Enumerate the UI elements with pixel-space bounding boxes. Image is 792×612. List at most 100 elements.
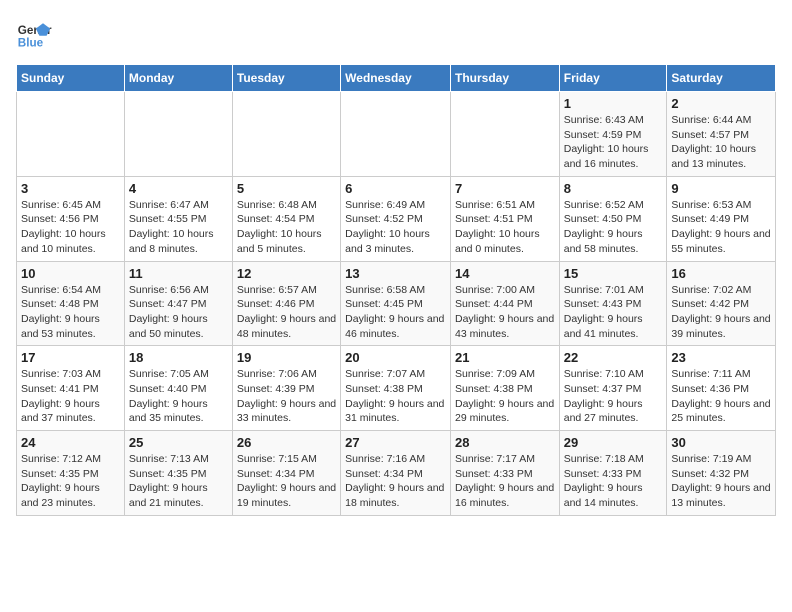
calendar-cell: 24 Sunrise: 7:12 AM Sunset: 4:35 PM Dayli… [17, 431, 125, 516]
calendar-week-row: 10Sunrise: 6:54 AM Sunset: 4:48 PM Dayli… [17, 261, 776, 346]
day-number: 10 [21, 266, 120, 281]
day-info: Sunrise: 6:52 AM Sunset: 4:50 PM Dayligh… [564, 198, 663, 257]
day-info: Sunrise: 6:56 AM Sunset: 4:47 PM Dayligh… [129, 283, 228, 342]
calendar-cell: 11 Sunrise: 6:56 AM Sunset: 4:47 PM Dayli… [124, 261, 232, 346]
calendar-cell: 5 Sunrise: 6:48 AM Sunset: 4:54 PM Daylig… [232, 176, 340, 261]
calendar-cell [450, 92, 559, 177]
calendar-cell [232, 92, 340, 177]
calendar-cell: 19 Sunrise: 7:06 AM Sunset: 4:39 PM Dayli… [232, 346, 340, 431]
calendar-week-row: 17 Sunrise: 7:03 AM Sunset: 4:41 PM Dayli… [17, 346, 776, 431]
calendar-cell: 8 Sunrise: 6:52 AM Sunset: 4:50 PM Daylig… [559, 176, 667, 261]
day-number: 19 [237, 350, 336, 365]
calendar-cell: 7 Sunrise: 6:51 AM Sunset: 4:51 PM Daylig… [450, 176, 559, 261]
calendar-cell: 3 Sunrise: 6:45 AM Sunset: 4:56 PM Daylig… [17, 176, 125, 261]
day-number: 5 [237, 181, 336, 196]
day-info: Sunrise: 7:19 AM Sunset: 4:32 PM Dayligh… [671, 452, 771, 511]
logo-icon: General Blue [16, 16, 52, 52]
day-number: 26 [237, 435, 336, 450]
calendar-week-row: 1Sunrise: 6:43 AM Sunset: 4:59 PM Daylig… [17, 92, 776, 177]
calendar-week-row: 24 Sunrise: 7:12 AM Sunset: 4:35 PM Dayli… [17, 431, 776, 516]
calendar-cell: 12Sunrise: 6:57 AM Sunset: 4:46 PM Dayli… [232, 261, 340, 346]
day-number: 6 [345, 181, 446, 196]
day-info: Sunrise: 7:16 AM Sunset: 4:34 PM Dayligh… [345, 452, 446, 511]
day-number: 25 [129, 435, 228, 450]
day-number: 21 [455, 350, 555, 365]
day-number: 7 [455, 181, 555, 196]
day-number: 30 [671, 435, 771, 450]
day-info: Sunrise: 7:07 AM Sunset: 4:38 PM Dayligh… [345, 367, 446, 426]
weekday-header: Friday [559, 65, 667, 92]
calendar-table: SundayMondayTuesdayWednesdayThursdayFrid… [16, 64, 776, 516]
day-info: Sunrise: 7:06 AM Sunset: 4:39 PM Dayligh… [237, 367, 336, 426]
day-number: 8 [564, 181, 663, 196]
day-info: Sunrise: 7:10 AM Sunset: 4:37 PM Dayligh… [564, 367, 663, 426]
weekday-header: Wednesday [341, 65, 451, 92]
day-number: 16 [671, 266, 771, 281]
calendar-cell: 30 Sunrise: 7:19 AM Sunset: 4:32 PM Dayli… [667, 431, 776, 516]
day-info: Sunrise: 7:12 AM Sunset: 4:35 PM Dayligh… [21, 452, 120, 511]
calendar-cell [17, 92, 125, 177]
weekday-header: Sunday [17, 65, 125, 92]
day-number: 2 [671, 96, 771, 111]
calendar-cell [124, 92, 232, 177]
calendar-cell: 17 Sunrise: 7:03 AM Sunset: 4:41 PM Dayli… [17, 346, 125, 431]
calendar-cell: 22 Sunrise: 7:10 AM Sunset: 4:37 PM Dayli… [559, 346, 667, 431]
day-number: 15 [564, 266, 663, 281]
day-info: Sunrise: 6:51 AM Sunset: 4:51 PM Dayligh… [455, 198, 555, 257]
day-info: Sunrise: 6:43 AM Sunset: 4:59 PM Dayligh… [564, 113, 663, 172]
day-number: 29 [564, 435, 663, 450]
calendar-cell: 15 Sunrise: 7:01 AM Sunset: 4:43 PM Dayli… [559, 261, 667, 346]
calendar-cell: 26Sunrise: 7:15 AM Sunset: 4:34 PM Dayli… [232, 431, 340, 516]
svg-text:Blue: Blue [18, 37, 44, 50]
day-number: 11 [129, 266, 228, 281]
day-info: Sunrise: 7:17 AM Sunset: 4:33 PM Dayligh… [455, 452, 555, 511]
day-number: 23 [671, 350, 771, 365]
day-number: 14 [455, 266, 555, 281]
weekday-header: Monday [124, 65, 232, 92]
day-info: Sunrise: 6:47 AM Sunset: 4:55 PM Dayligh… [129, 198, 228, 257]
day-number: 9 [671, 181, 771, 196]
day-info: Sunrise: 7:02 AM Sunset: 4:42 PM Dayligh… [671, 283, 771, 342]
day-info: Sunrise: 7:00 AM Sunset: 4:44 PM Dayligh… [455, 283, 555, 342]
day-info: Sunrise: 6:44 AM Sunset: 4:57 PM Dayligh… [671, 113, 771, 172]
day-info: Sunrise: 6:45 AM Sunset: 4:56 PM Dayligh… [21, 198, 120, 257]
page-header: General Blue [16, 16, 776, 52]
calendar-cell [341, 92, 451, 177]
weekday-header: Thursday [450, 65, 559, 92]
calendar-cell: 2 Sunrise: 6:44 AM Sunset: 4:57 PM Daylig… [667, 92, 776, 177]
calendar-cell: 18Sunrise: 7:05 AM Sunset: 4:40 PM Dayli… [124, 346, 232, 431]
calendar-cell: 14 Sunrise: 7:00 AM Sunset: 4:44 PM Dayli… [450, 261, 559, 346]
calendar-cell: 4Sunrise: 6:47 AM Sunset: 4:55 PM Daylig… [124, 176, 232, 261]
day-number: 20 [345, 350, 446, 365]
day-info: Sunrise: 7:11 AM Sunset: 4:36 PM Dayligh… [671, 367, 771, 426]
day-number: 27 [345, 435, 446, 450]
day-number: 17 [21, 350, 120, 365]
calendar-cell: 20 Sunrise: 7:07 AM Sunset: 4:38 PM Dayli… [341, 346, 451, 431]
logo: General Blue [16, 16, 52, 52]
calendar-cell: 9Sunrise: 6:53 AM Sunset: 4:49 PM Daylig… [667, 176, 776, 261]
weekday-header: Tuesday [232, 65, 340, 92]
day-number: 22 [564, 350, 663, 365]
day-info: Sunrise: 7:01 AM Sunset: 4:43 PM Dayligh… [564, 283, 663, 342]
day-info: Sunrise: 6:48 AM Sunset: 4:54 PM Dayligh… [237, 198, 336, 257]
calendar-cell: 10Sunrise: 6:54 AM Sunset: 4:48 PM Dayli… [17, 261, 125, 346]
calendar-cell: 29Sunrise: 7:18 AM Sunset: 4:33 PM Dayli… [559, 431, 667, 516]
day-info: Sunrise: 7:05 AM Sunset: 4:40 PM Dayligh… [129, 367, 228, 426]
day-info: Sunrise: 7:03 AM Sunset: 4:41 PM Dayligh… [21, 367, 120, 426]
calendar-cell: 27 Sunrise: 7:16 AM Sunset: 4:34 PM Dayli… [341, 431, 451, 516]
weekday-header-row: SundayMondayTuesdayWednesdayThursdayFrid… [17, 65, 776, 92]
calendar-cell: 16 Sunrise: 7:02 AM Sunset: 4:42 PM Dayli… [667, 261, 776, 346]
calendar-cell: 1Sunrise: 6:43 AM Sunset: 4:59 PM Daylig… [559, 92, 667, 177]
day-number: 3 [21, 181, 120, 196]
day-number: 12 [237, 266, 336, 281]
day-info: Sunrise: 6:49 AM Sunset: 4:52 PM Dayligh… [345, 198, 446, 257]
day-number: 13 [345, 266, 446, 281]
day-number: 24 [21, 435, 120, 450]
calendar-week-row: 3 Sunrise: 6:45 AM Sunset: 4:56 PM Daylig… [17, 176, 776, 261]
day-info: Sunrise: 6:58 AM Sunset: 4:45 PM Dayligh… [345, 283, 446, 342]
day-info: Sunrise: 7:09 AM Sunset: 4:38 PM Dayligh… [455, 367, 555, 426]
weekday-header: Saturday [667, 65, 776, 92]
calendar-cell: 6 Sunrise: 6:49 AM Sunset: 4:52 PM Daylig… [341, 176, 451, 261]
calendar-cell: 13 Sunrise: 6:58 AM Sunset: 4:45 PM Dayli… [341, 261, 451, 346]
day-info: Sunrise: 7:13 AM Sunset: 4:35 PM Dayligh… [129, 452, 228, 511]
